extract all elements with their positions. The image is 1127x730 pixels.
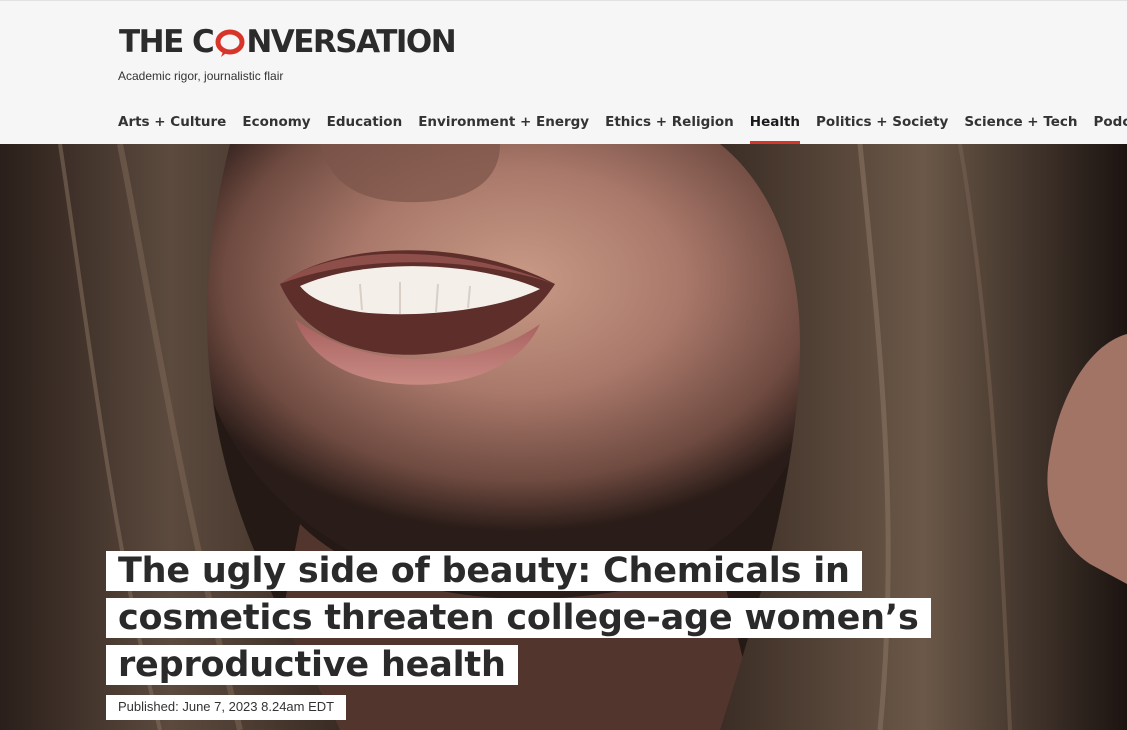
article-title-heading: The ugly side of beauty: Chemicals in co… [106,548,986,689]
logo-text-end: NVERSATION [246,24,456,60]
nav-item-politics-society[interactable]: Politics + Society [816,112,948,145]
site-tagline: Academic rigor, journalistic flair [118,69,284,83]
nav-item-education[interactable]: Education [327,112,403,145]
nav-item-science-tech[interactable]: Science + Tech [964,112,1077,145]
nav-item-environment-energy[interactable]: Environment + Energy [418,112,589,145]
nav-item-arts-culture[interactable]: Arts + Culture [118,112,226,145]
published-label: Published: [118,699,179,714]
nav-item-health[interactable]: Health [749,112,801,145]
section-nav: Arts + Culture Economy Education Environ… [118,112,1127,145]
published-date: June 7, 2023 8.24am EDT [182,699,335,714]
nav-item-ethics-religion[interactable]: Ethics + Religion [605,112,734,145]
nav-item-economy[interactable]: Economy [242,112,310,145]
nav-item-podcasts[interactable]: Podcasts [1094,112,1127,145]
site-logo[interactable]: THE C NVERSATION [119,24,457,60]
article-title: The ugly side of beauty: Chemicals in co… [106,551,931,685]
speech-bubble-o-icon [215,29,245,57]
article-title-wrap: The ugly side of beauty: Chemicals in co… [106,548,986,689]
logo-text-start: THE C [119,24,215,60]
published-info: Published: June 7, 2023 8.24am EDT [106,695,347,720]
site-header: THE C NVERSATION Academic rigor, journali… [0,0,1127,145]
